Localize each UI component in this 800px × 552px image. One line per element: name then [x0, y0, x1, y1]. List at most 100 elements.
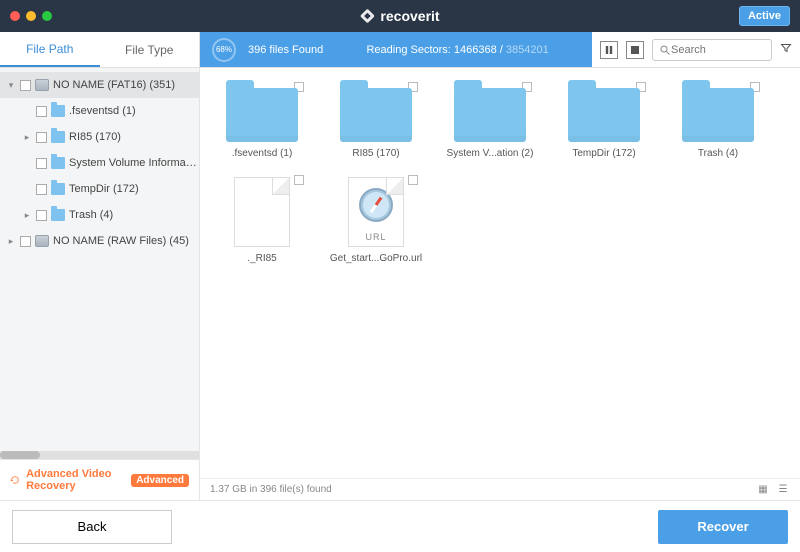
checkbox[interactable]	[20, 80, 31, 91]
item-label: RI85 (170)	[326, 148, 426, 159]
brand-logo: recoverit	[360, 8, 439, 24]
search-box[interactable]	[652, 39, 772, 61]
content-pane: .fseventsd (1) RI85 (170) System V...ati…	[200, 68, 800, 500]
folder-icon	[51, 157, 65, 169]
grid-item-url[interactable]: URL Get_start...GoPro.url	[326, 173, 426, 264]
folder-icon	[51, 209, 65, 221]
tree-node-folder[interactable]: ▸ RI85 (170)	[0, 124, 199, 150]
stop-icon	[631, 46, 639, 54]
sidebar: ▾ NO NAME (FAT16) (351) .fseventsd (1) ▸…	[0, 68, 200, 500]
folder-icon	[340, 88, 412, 142]
tree-label: Trash (4)	[69, 209, 199, 221]
grid-item-folder[interactable]: TempDir (172)	[554, 80, 654, 159]
tree-node-folder[interactable]: System Volume Information (2)	[0, 150, 199, 176]
chevron-right-icon[interactable]: ▸	[22, 210, 32, 221]
folder-icon	[51, 183, 65, 195]
item-label: Trash (4)	[668, 148, 768, 159]
brand-text: recoverit	[380, 8, 439, 24]
tree-node-disk[interactable]: ▾ NO NAME (FAT16) (351)	[0, 72, 199, 98]
item-label: Get_start...GoPro.url	[326, 253, 426, 264]
files-found-label: 396 files Found	[248, 44, 323, 56]
url-file-icon: URL	[348, 177, 404, 247]
grid-item-folder[interactable]: RI85 (170)	[326, 80, 426, 159]
titlebar: recoverit Active	[0, 0, 800, 32]
view-toggle: ▦ ☰	[756, 483, 790, 497]
stop-scan-button[interactable]	[626, 41, 644, 59]
disk-icon	[35, 235, 49, 247]
item-label: TempDir (172)	[554, 148, 654, 159]
bottom-bar: Back Recover	[0, 500, 800, 552]
back-button[interactable]: Back	[12, 510, 172, 544]
folder-icon	[568, 88, 640, 142]
advanced-badge: Advanced	[131, 474, 189, 487]
tree-node-folder[interactable]: TempDir (172)	[0, 176, 199, 202]
grid-item-folder[interactable]: Trash (4)	[668, 80, 768, 159]
checkbox[interactable]	[36, 210, 47, 221]
scan-status-bar: 68% 396 files Found Reading Sectors: 146…	[200, 32, 592, 67]
maximize-window-button[interactable]	[42, 11, 52, 21]
footer-summary: 1.37 GB in 396 file(s) found	[210, 484, 332, 495]
tree-label: NO NAME (FAT16) (351)	[53, 79, 199, 91]
grid-item-folder[interactable]: System V...ation (2)	[440, 80, 540, 159]
tab-file-type[interactable]: File Type	[100, 32, 200, 67]
refresh-icon	[10, 473, 20, 487]
main-area: ▾ NO NAME (FAT16) (351) .fseventsd (1) ▸…	[0, 68, 800, 500]
close-window-button[interactable]	[10, 11, 20, 21]
folder-icon	[51, 105, 65, 117]
content-footer: 1.37 GB in 396 file(s) found ▦ ☰	[200, 478, 800, 500]
file-tree: ▾ NO NAME (FAT16) (351) .fseventsd (1) ▸…	[0, 68, 199, 451]
tree-label: RI85 (170)	[69, 131, 199, 143]
folder-icon	[226, 88, 298, 142]
search-icon	[659, 44, 671, 56]
folder-icon	[51, 131, 65, 143]
scan-progress-ring: 68%	[212, 38, 236, 62]
brand-icon	[360, 9, 374, 23]
checkbox[interactable]	[36, 158, 47, 169]
filter-icon	[780, 42, 792, 54]
file-icon	[234, 177, 290, 247]
advanced-label: Advanced Video Recovery	[26, 468, 125, 492]
grid-view-button[interactable]: ▦	[756, 483, 770, 497]
checkbox[interactable]	[36, 132, 47, 143]
chevron-right-icon[interactable]: ▸	[6, 236, 16, 247]
item-label: .fseventsd (1)	[212, 148, 312, 159]
item-label: ._RI85	[212, 253, 312, 264]
chevron-right-icon[interactable]: ▸	[22, 132, 32, 143]
search-input[interactable]	[671, 44, 761, 56]
tree-label: .fseventsd (1)	[69, 105, 199, 117]
checkbox[interactable]	[36, 106, 47, 117]
grid-item-folder[interactable]: .fseventsd (1)	[212, 80, 312, 159]
filter-button[interactable]	[780, 42, 792, 57]
sidebar-scrollbar[interactable]	[0, 451, 199, 459]
sectors-status: Reading Sectors: 1466368 / 3854201	[335, 44, 580, 56]
disk-icon	[35, 79, 49, 91]
license-active-badge[interactable]: Active	[739, 6, 790, 26]
pause-scan-button[interactable]	[600, 41, 618, 59]
checkbox[interactable]	[36, 184, 47, 195]
scan-percent: 68%	[216, 45, 232, 54]
tree-label: NO NAME (RAW Files) (45)	[53, 235, 199, 247]
window-controls	[10, 11, 52, 21]
tree-node-folder[interactable]: ▸ Trash (4)	[0, 202, 199, 228]
checkbox[interactable]	[294, 175, 304, 185]
file-grid: .fseventsd (1) RI85 (170) System V...ati…	[200, 68, 800, 478]
advanced-video-recovery[interactable]: Advanced Video Recovery Advanced	[0, 459, 199, 500]
item-label: System V...ation (2)	[440, 148, 540, 159]
safari-compass-icon	[359, 188, 393, 222]
pause-icon	[605, 46, 613, 54]
recover-button[interactable]: Recover	[658, 510, 788, 544]
tree-label: TempDir (172)	[69, 183, 199, 195]
sidebar-tabs: File Path File Type	[0, 32, 200, 67]
tree-node-folder[interactable]: .fseventsd (1)	[0, 98, 199, 124]
tab-file-path[interactable]: File Path	[0, 32, 100, 67]
checkbox[interactable]	[20, 236, 31, 247]
folder-icon	[682, 88, 754, 142]
chevron-down-icon[interactable]: ▾	[6, 80, 16, 91]
tree-node-disk[interactable]: ▸ NO NAME (RAW Files) (45)	[0, 228, 199, 254]
minimize-window-button[interactable]	[26, 11, 36, 21]
toolbar: File Path File Type 68% 396 files Found …	[0, 32, 800, 68]
checkbox[interactable]	[408, 175, 418, 185]
tree-label: System Volume Information (2)	[69, 157, 199, 169]
grid-item-file[interactable]: ._RI85	[212, 173, 312, 264]
list-view-button[interactable]: ☰	[776, 483, 790, 497]
